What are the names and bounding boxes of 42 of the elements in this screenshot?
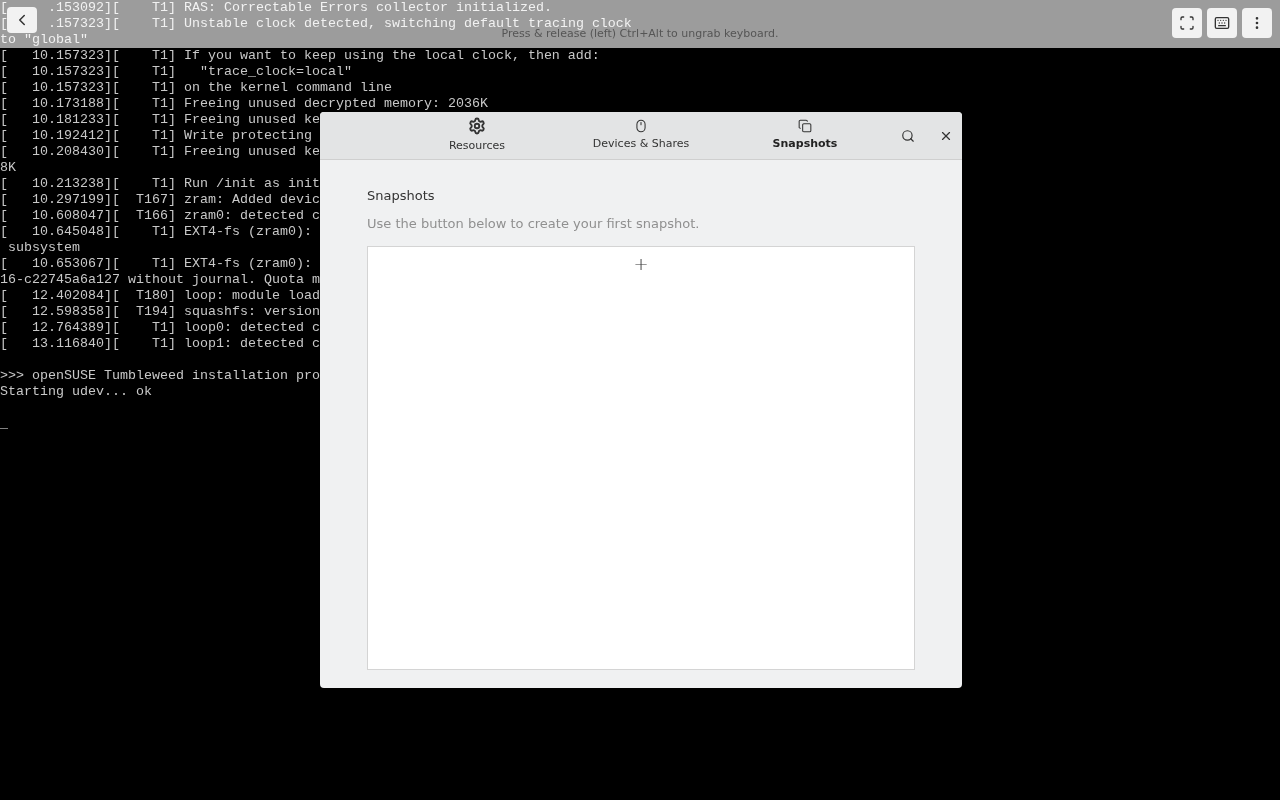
- terminal-line: Starting udev... ok: [0, 384, 152, 399]
- terminal-line: 16-c22745a6a127 without journal. Quota m: [0, 272, 320, 287]
- terminal-line: [ 10.157323][ T1] "trace_clock=local": [0, 64, 352, 79]
- search-icon: [901, 129, 915, 143]
- terminal-line: [ 10.608047][ T166] zram0: detected c: [0, 208, 320, 223]
- terminal-line: >>> openSUSE Tumbleweed installation pro: [0, 368, 320, 383]
- terminal-line: [: [0, 0, 8, 16]
- keyboard-button[interactable]: [1207, 8, 1237, 38]
- terminal-line: subsystem: [7, 240, 80, 255]
- terminal-line: [ 12.402084][ T180] loop: module load: [0, 288, 320, 303]
- terminal-line: [ 12.598358][ T194] squashfs: version: [0, 304, 320, 319]
- terminal-line: _: [0, 416, 8, 431]
- terminal-line: [ 13.116840][ T1] loop1: detected c: [0, 336, 320, 351]
- terminal-line: [ 10.173188][ T1] Freeing unused decrypted memory: 2036K: [0, 96, 488, 111]
- back-button[interactable]: [7, 7, 37, 33]
- terminal-line: [ 10.645048][ T1] EXT4-fs (zram0):: [0, 224, 312, 239]
- copy-icon: [798, 118, 812, 133]
- terminal-line: [ 10.157323][ T1] If you want to keep using the local clock, then add:: [0, 48, 600, 63]
- mouse-icon: [634, 118, 648, 133]
- terminal-line: to "global": [0, 32, 88, 48]
- terminal-line: [ 10.192412][ T1] Write protecting: [0, 128, 312, 143]
- fullscreen-button[interactable]: [1172, 8, 1202, 38]
- gear-icon: [468, 116, 486, 135]
- terminal-line: [ 10.157323][ T1] on the kernel command line: [0, 80, 392, 95]
- close-icon: [939, 129, 953, 143]
- tab[interactable]: Devices & Shares: [559, 113, 723, 158]
- terminal-line: [ 12.764389][ T1] loop0: detected c: [0, 320, 320, 335]
- add-snapshot-button[interactable]: +: [623, 247, 659, 281]
- terminal-line: .153092][ T1] RAS: Correctable Errors collector initialized.: [48, 0, 552, 16]
- tab[interactable]: Resources: [395, 113, 559, 158]
- fullscreen-icon: [1179, 15, 1195, 31]
- terminal-line: [ 10.213238][ T1] Run /init as init: [0, 176, 320, 191]
- terminal-line: [ 10.181233][ T1] Freeing unused ke: [0, 112, 320, 127]
- terminal-line: 8K: [0, 160, 16, 175]
- terminal-line: [ 10.208430][ T1] Freeing unused ke: [0, 144, 320, 159]
- terminal-line: [ 10.653067][ T1] EXT4-fs (zram0):: [0, 256, 312, 271]
- section-heading: Snapshots: [367, 187, 436, 205]
- tab[interactable]: Snapshots: [723, 113, 887, 158]
- keyboard-icon: [1214, 15, 1230, 31]
- section-description: Use the button below to create your first snapshot.: [367, 214, 701, 233]
- terminal-line: [: [0, 16, 8, 32]
- terminal-line: [ 10.297199][ T167] zram: Added devic: [0, 192, 320, 207]
